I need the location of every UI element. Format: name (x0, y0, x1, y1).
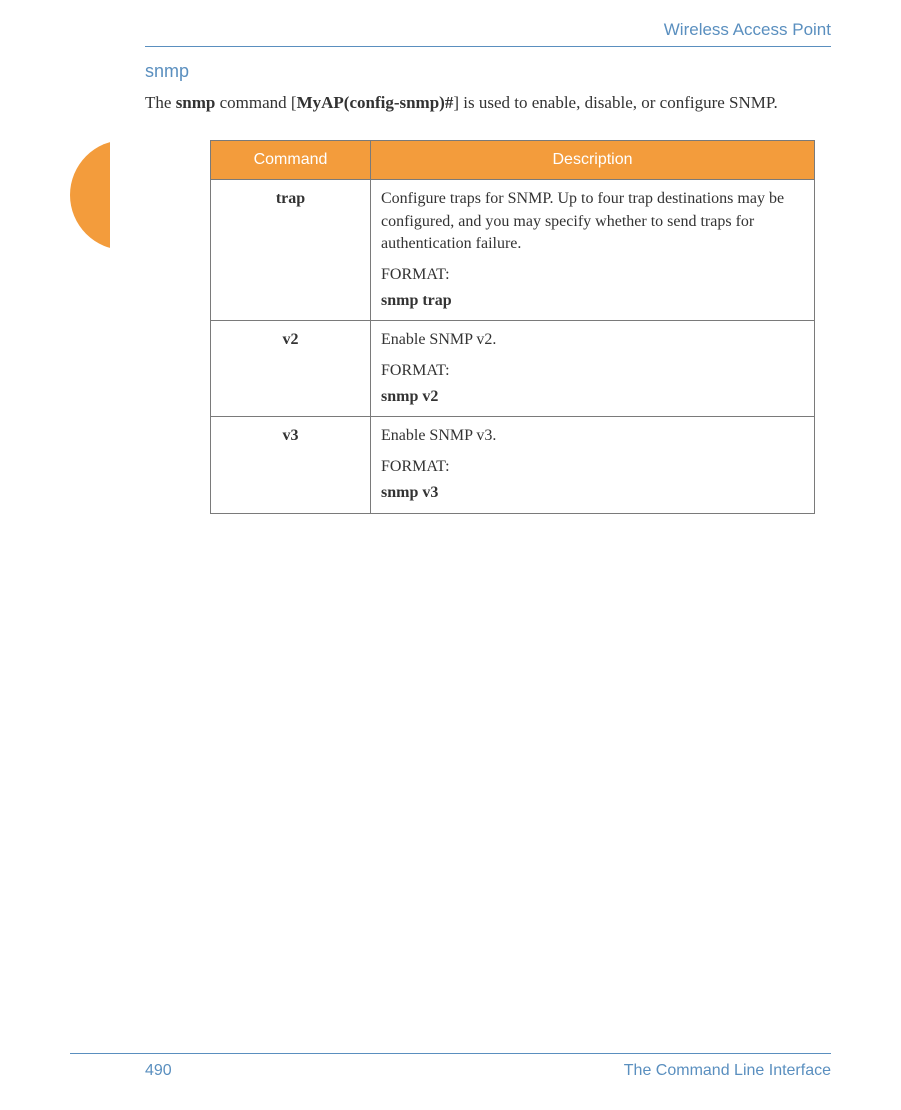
cell-command: v3 (211, 417, 371, 513)
format-label: FORMAT: (381, 264, 804, 286)
col-header-command: Command (211, 141, 371, 180)
table-row: v3 Enable SNMP v3. FORMAT: snmp v3 (211, 417, 815, 513)
intro-post: ] is used to enable, disable, or configu… (453, 93, 777, 112)
cell-description: Enable SNMP v2. FORMAT: snmp v2 (371, 321, 815, 417)
cell-description: Enable SNMP v3. FORMAT: snmp v3 (371, 417, 815, 513)
format-command: snmp v2 (381, 386, 804, 408)
cell-command: v2 (211, 321, 371, 417)
side-tab-decoration (70, 140, 180, 250)
command-table: Command Description trap Configure traps… (210, 140, 815, 513)
table-row: v2 Enable SNMP v2. FORMAT: snmp v2 (211, 321, 815, 417)
cell-description: Configure traps for SNMP. Up to four tra… (371, 180, 815, 321)
section-heading: snmp (145, 61, 831, 82)
desc-text: Enable SNMP v3. (381, 425, 804, 447)
intro-pre: The (145, 93, 176, 112)
table-header-row: Command Description (211, 141, 815, 180)
intro-prompt: MyAP(config-snmp)# (297, 93, 454, 112)
footer-section-name: The Command Line Interface (624, 1062, 831, 1080)
format-command: snmp v3 (381, 482, 804, 504)
desc-text: Enable SNMP v2. (381, 329, 804, 351)
intro-paragraph: The snmp command [MyAP(config-snmp)#] is… (145, 90, 831, 116)
intro-mid: command [ (215, 93, 296, 112)
format-command: snmp trap (381, 290, 804, 312)
page-number: 490 (145, 1062, 172, 1080)
format-label: FORMAT: (381, 456, 804, 478)
format-label: FORMAT: (381, 360, 804, 382)
col-header-description: Description (371, 141, 815, 180)
desc-text: Configure traps for SNMP. Up to four tra… (381, 188, 804, 255)
cell-command: trap (211, 180, 371, 321)
intro-cmd: snmp (176, 93, 216, 112)
page-footer: 490 The Command Line Interface (70, 1053, 831, 1080)
page-container: Wireless Access Point snmp The snmp comm… (0, 0, 901, 1110)
table-row: trap Configure traps for SNMP. Up to fou… (211, 180, 815, 321)
running-header: Wireless Access Point (145, 20, 831, 47)
command-table-container: Command Description trap Configure traps… (210, 140, 815, 513)
header-title: Wireless Access Point (664, 20, 831, 39)
